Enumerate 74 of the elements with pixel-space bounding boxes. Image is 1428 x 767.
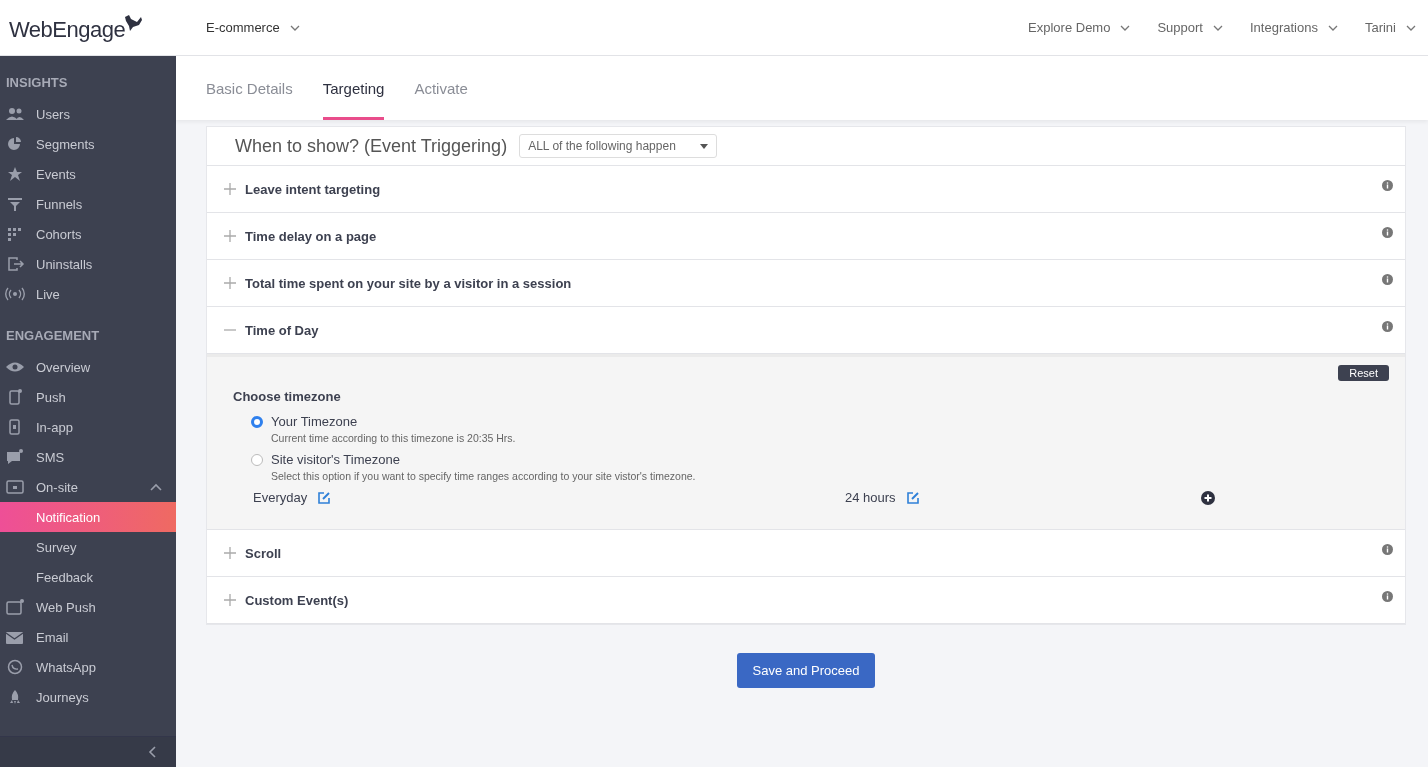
exit-icon bbox=[5, 256, 25, 272]
info-icon[interactable] bbox=[1382, 227, 1393, 238]
nav-dropdown[interactable]: Tarini bbox=[1364, 20, 1416, 35]
option-hint: Select this option if you want to specify time ranges according to your site vistor's timezone. bbox=[271, 470, 696, 482]
sidebar-item[interactable]: Push bbox=[0, 382, 176, 412]
sidebar-item[interactable]: Email bbox=[0, 622, 176, 652]
sidebar-item[interactable]: Live bbox=[0, 279, 176, 309]
nav-dropdown[interactable]: Support bbox=[1157, 20, 1223, 35]
sidebar-item[interactable]: Overview bbox=[0, 352, 176, 382]
sidebar-item[interactable]: In-app bbox=[0, 412, 176, 442]
section-title: INSIGHTS bbox=[5, 74, 69, 92]
edit-icon[interactable] bbox=[905, 490, 920, 505]
live-icon bbox=[5, 286, 25, 302]
collapse-icon[interactable] bbox=[148, 746, 156, 758]
chevron-down-icon bbox=[1406, 24, 1416, 31]
rule-row[interactable]: Total time spent on your site by a visitor in a session bbox=[207, 260, 1405, 307]
info-icon[interactable] bbox=[1382, 180, 1393, 191]
rule-row[interactable]: Time delay on a page bbox=[207, 213, 1405, 260]
sidebar-item[interactable]: Users bbox=[0, 99, 176, 129]
sidebar-item[interactable]: Uninstalls bbox=[0, 249, 176, 279]
sidebar-item[interactable]: Events bbox=[0, 159, 176, 189]
hours-value: 24 hours bbox=[845, 490, 896, 505]
tab[interactable]: Basic Details bbox=[206, 56, 293, 120]
sidebar-subitem[interactable]: Survey bbox=[0, 532, 176, 562]
users-icon bbox=[5, 106, 25, 122]
chevron-down-icon bbox=[1327, 24, 1338, 31]
section-heading: When to show? (Event Triggering) bbox=[235, 135, 508, 157]
info-icon[interactable] bbox=[1382, 274, 1393, 285]
tab[interactable]: Activate bbox=[414, 56, 468, 120]
caret-icon bbox=[699, 143, 708, 149]
chevron-down-icon bbox=[1120, 24, 1131, 31]
sidebar-item[interactable]: WhatsApp bbox=[0, 652, 176, 682]
days-value: Everyday bbox=[253, 490, 308, 505]
mail-icon bbox=[5, 629, 25, 645]
radio-button[interactable] bbox=[251, 416, 263, 428]
condition-select[interactable]: ALL of the following happen bbox=[519, 134, 717, 158]
edit-icon[interactable] bbox=[317, 490, 332, 505]
radio-button[interactable] bbox=[251, 454, 263, 466]
sidebar-subitem[interactable]: Feedback bbox=[0, 562, 176, 592]
option-label: Your Timezone bbox=[271, 414, 359, 429]
sidebar-subitem[interactable]: Notification bbox=[0, 502, 176, 532]
chevron-down-icon bbox=[289, 24, 300, 31]
tab[interactable]: Targeting bbox=[322, 56, 385, 120]
window-icon bbox=[5, 479, 25, 495]
info-icon[interactable] bbox=[1382, 321, 1393, 332]
rule-row[interactable]: Leave intent targeting bbox=[207, 166, 1405, 213]
info-icon[interactable] bbox=[1382, 544, 1393, 555]
sidebar-item[interactable]: Journeys bbox=[0, 682, 176, 712]
rule-row[interactable]: Scroll bbox=[207, 530, 1405, 577]
sidebar-item[interactable]: Cohorts bbox=[0, 219, 176, 249]
brand-logo[interactable]: WebEngage bbox=[9, 12, 206, 43]
add-icon[interactable] bbox=[1201, 490, 1215, 505]
chat-icon bbox=[5, 449, 25, 465]
option-hint: Current time according to this timezone is 20:35 Hrs. bbox=[271, 432, 516, 444]
sidebar-item[interactable]: SMS bbox=[0, 442, 176, 472]
chevron-down-icon bbox=[1213, 24, 1223, 31]
whatsapp-icon bbox=[5, 659, 25, 675]
info-icon[interactable] bbox=[1382, 591, 1393, 602]
field-label: Choose timezone bbox=[233, 389, 342, 404]
section-title: ENGAGEMENT bbox=[5, 327, 101, 345]
sidebar-item[interactable]: Segments bbox=[0, 129, 176, 159]
nav-dropdown[interactable]: Integrations bbox=[1250, 20, 1338, 35]
sidebar-item[interactable]: Funnels bbox=[0, 189, 176, 219]
reset-button[interactable]: Reset bbox=[1338, 365, 1389, 381]
rule-row[interactable]: Custom Event(s) bbox=[207, 577, 1405, 624]
project-dropdown[interactable]: E-commerce bbox=[206, 20, 300, 35]
brand-name: WebEngage bbox=[9, 16, 126, 43]
sidebar-item[interactable]: On-site bbox=[0, 472, 176, 502]
sidebar-item[interactable]: Web Push bbox=[0, 592, 176, 622]
funnel-icon bbox=[5, 196, 25, 212]
option-label: Site visitor's Timezone bbox=[271, 452, 401, 467]
save-button[interactable]: Save and Proceed bbox=[736, 653, 876, 688]
browser-icon bbox=[5, 599, 25, 615]
nav-dropdown[interactable]: Explore Demo bbox=[1028, 20, 1131, 35]
